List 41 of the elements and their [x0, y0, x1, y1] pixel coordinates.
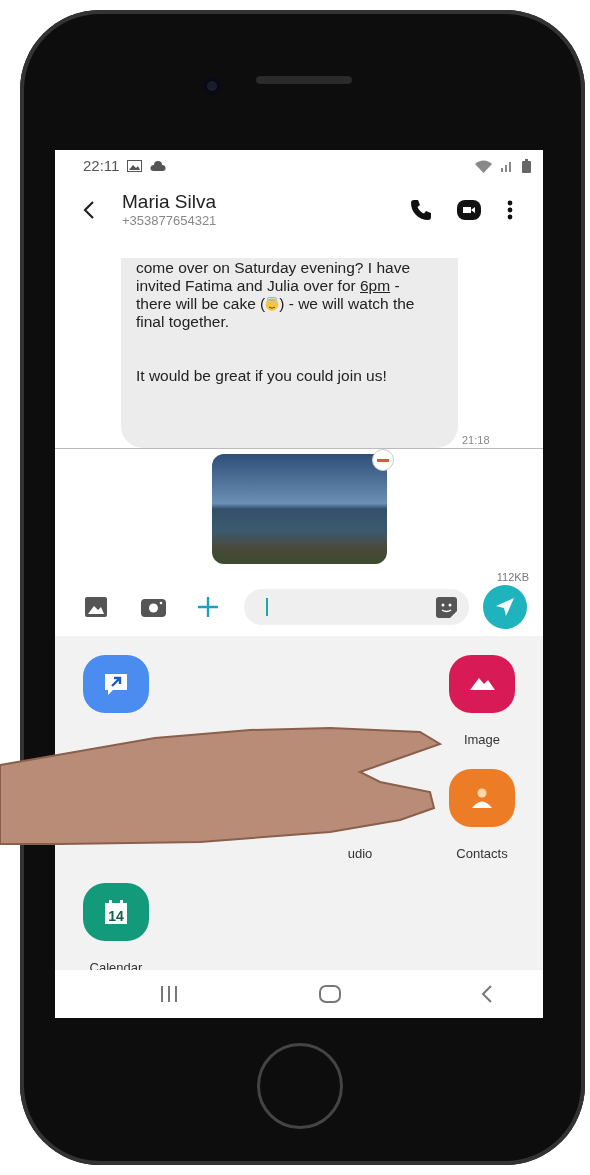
link[interactable]: 6pm: [360, 277, 391, 294]
home-icon[interactable]: [318, 985, 341, 1003]
video-icon[interactable]: [457, 200, 481, 220]
recents-icon[interactable]: [160, 986, 178, 1002]
picture-icon: [469, 678, 495, 690]
share-icon: [105, 673, 127, 695]
camera-icon[interactable]: [141, 597, 166, 617]
message-time: 21:18: [462, 432, 490, 448]
share-button[interactable]: [83, 655, 149, 713]
option-label: Image: [463, 731, 501, 749]
attachment-size: 112KB: [496, 570, 529, 585]
option-label: Calendar: [89, 959, 143, 977]
emoji-icon: [265, 297, 280, 311]
person-icon: [472, 788, 492, 808]
more-icon[interactable]: [507, 200, 513, 220]
phone-icon[interactable]: [410, 199, 432, 221]
plus-icon[interactable]: [197, 596, 219, 618]
cloud-icon: [150, 161, 167, 171]
option-label: udio: [347, 845, 373, 863]
calendar-button[interactable]: 14: [83, 883, 149, 941]
back-icon[interactable]: [83, 200, 95, 220]
option-label: Contacts: [456, 845, 508, 863]
signal-icon: [500, 160, 514, 172]
image-button[interactable]: [449, 655, 515, 713]
message-field[interactable]: [244, 589, 469, 625]
gallery-icon[interactable]: [85, 597, 107, 617]
minus-icon: [376, 458, 389, 462]
contact-number: +353877654321: [122, 213, 217, 229]
calendar-day: 14: [108, 908, 124, 924]
wifi-icon: [475, 159, 492, 173]
status-time: 22:11: [83, 155, 120, 176]
camera-lens: [202, 76, 222, 96]
contact-name: Maria Silva: [122, 191, 217, 213]
message-text: come over on Saturday evening? I have invited Fatima and Julia over for 6pm - there will be cake ( ) - we will watch the final together.: [136, 259, 416, 331]
send-icon: [495, 597, 515, 617]
battery-icon: [522, 159, 531, 173]
remove-button[interactable]: [371, 449, 394, 471]
sticker-icon[interactable]: [436, 596, 457, 618]
picture-icon: [127, 160, 143, 172]
message-text: It would be great if you could join us!: [136, 367, 388, 385]
send-button[interactable]: [483, 585, 527, 629]
